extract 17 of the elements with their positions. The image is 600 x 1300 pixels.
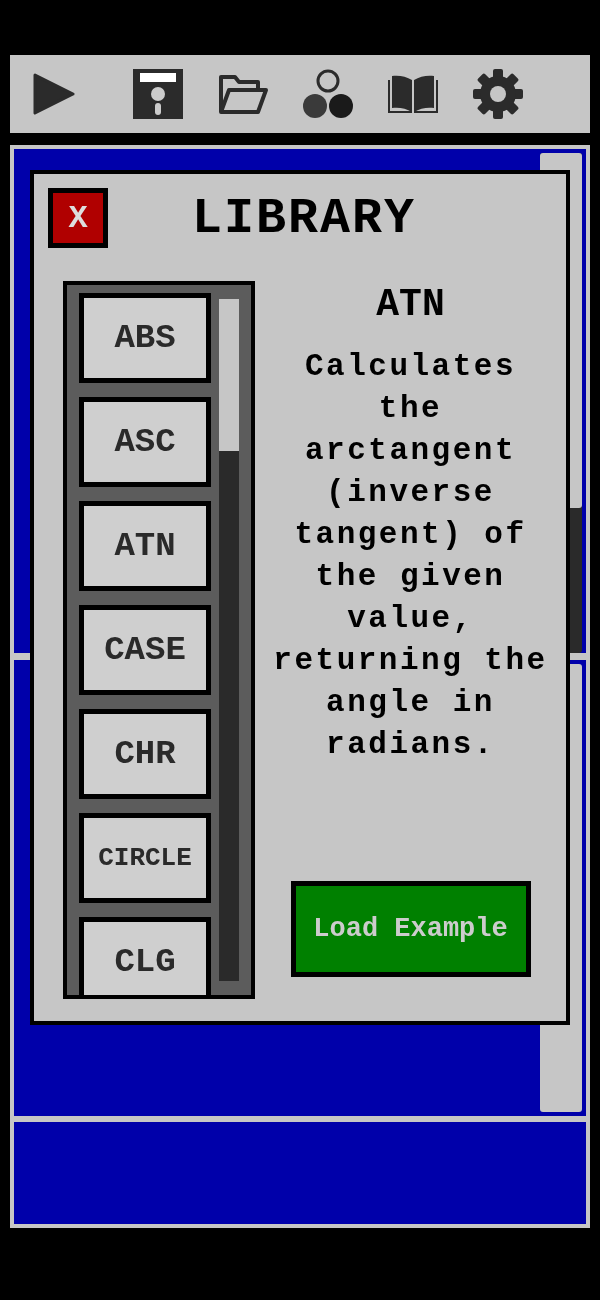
- entry-name: ATN: [376, 283, 445, 326]
- keyword-item[interactable]: CIRCLE: [79, 813, 211, 903]
- scrollbar-thumb[interactable]: [219, 299, 239, 451]
- settings-icon: [472, 69, 523, 119]
- entry-description: Calculates the arctangent (inverse tangent) of the given value, returning the angle in radians.: [272, 348, 549, 764]
- folder-icon: [217, 72, 268, 116]
- keyword-item[interactable]: CASE: [79, 605, 211, 695]
- keyword-item[interactable]: CHR: [79, 709, 211, 799]
- keyword-item[interactable]: ASC: [79, 397, 211, 487]
- scrollbar[interactable]: [219, 299, 239, 981]
- three-circles-icon: [302, 69, 353, 119]
- keyword-item[interactable]: ATN: [79, 501, 211, 591]
- keyword-item[interactable]: CLG: [79, 917, 211, 995]
- open-book-icon: [387, 74, 438, 114]
- close-button[interactable]: X: [48, 188, 108, 248]
- keyword-item[interactable]: ABS: [79, 293, 211, 383]
- dialog-title: LIBRARY: [192, 189, 417, 247]
